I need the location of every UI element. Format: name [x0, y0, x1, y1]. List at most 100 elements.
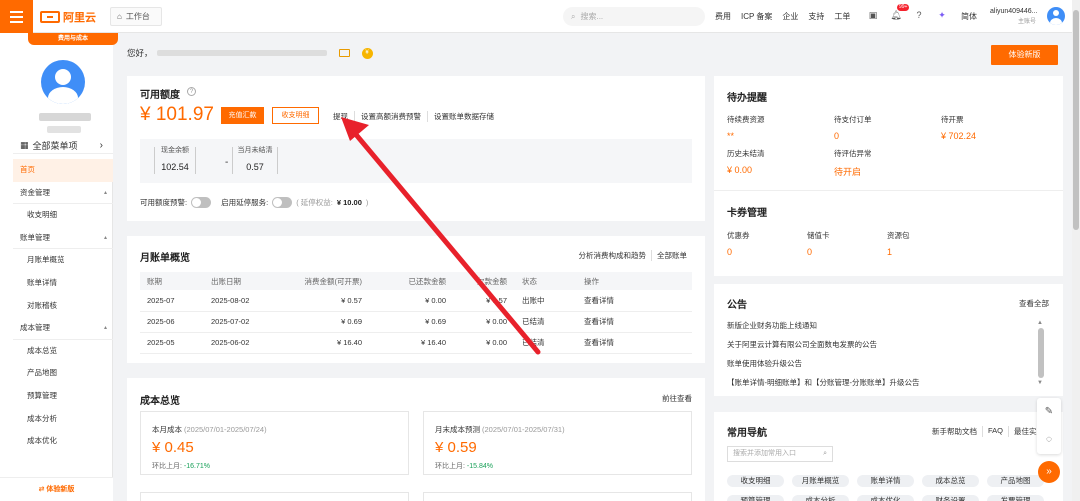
- faq-link[interactable]: FAQ: [981, 426, 1008, 437]
- delay-service-toggle[interactable]: [272, 197, 293, 208]
- topnav-enterprise[interactable]: 企业: [782, 11, 798, 22]
- quick-nav-chip[interactable]: 成本总览: [922, 475, 979, 487]
- quick-nav-search-input[interactable]: 搜索并添加常用入口 ⌕: [727, 446, 833, 462]
- transaction-details-button[interactable]: 收支明细: [272, 107, 319, 124]
- sidebar-item[interactable]: 成本管理 ▴: [13, 317, 113, 340]
- quick-nav-chip[interactable]: 账单详情: [857, 475, 914, 487]
- coin-icon[interactable]: ¥: [361, 47, 373, 59]
- view-details-link[interactable]: 查看详情: [577, 332, 692, 354]
- notice-item[interactable]: 关于阿里云计算有限公司全面数电发票的公告: [727, 339, 1037, 358]
- edit-icon[interactable]: ✎: [1037, 398, 1061, 426]
- withdraw-link[interactable]: 提现: [333, 111, 354, 122]
- cost-view-link[interactable]: 前往查看: [662, 393, 692, 404]
- quick-nav-chip[interactable]: 收支明细: [727, 475, 784, 487]
- view-details-link[interactable]: 查看详情: [577, 311, 692, 333]
- try-new-version-button[interactable]: 体验新版: [991, 45, 1058, 65]
- help-circle-icon[interactable]: ?: [187, 87, 196, 96]
- col-period: 账期: [140, 272, 204, 290]
- todo-card: 待办提醒 待续费资源 ** 待支付订单 0 待开票 ¥ 702.24 历史未结清 ¥ 0…: [714, 76, 1063, 276]
- id-card-icon[interactable]: [338, 49, 350, 57]
- quick-nav-chip[interactable]: 成本优化: [857, 495, 914, 501]
- todo-history-unsettled[interactable]: 历史未结清 ¥ 0.00: [727, 148, 832, 175]
- quick-nav-chip[interactable]: 预算管理: [727, 495, 784, 501]
- sidebar-tag: 费用与成本: [28, 33, 118, 45]
- notice-title: 公告: [727, 300, 747, 311]
- delay-rights-value: ¥ 10.00: [336, 198, 362, 207]
- sidebar-item[interactable]: 成本优化: [13, 430, 113, 453]
- voucher-resource-pack[interactable]: 资源包 1: [887, 230, 967, 257]
- quick-nav-chip[interactable]: 月账单概览: [792, 475, 849, 487]
- terminal-icon[interactable]: ▣: [866, 8, 880, 22]
- sidebar-item-label: 账单详情: [27, 277, 57, 287]
- sidebar-item[interactable]: 月账单概览: [13, 249, 113, 272]
- high-spend-alert-link[interactable]: 设置高额消费预警: [354, 111, 427, 122]
- scroll-up-icon[interactable]: ▲: [1037, 320, 1043, 326]
- quick-nav-chip[interactable]: 发票管理: [987, 495, 1044, 501]
- voucher-coupon[interactable]: 优惠券 0: [727, 230, 807, 257]
- menu-icon[interactable]: [0, 0, 33, 33]
- col-amount: 消费金额(可开票): [281, 272, 370, 290]
- quick-nav-chips: 收支明细 月账单概览 账单详情 成本总览 产品地图预算管理 成本分析 成本优化 财务设置 发票管…: [727, 475, 1057, 501]
- page-scrollbar[interactable]: [1072, 0, 1080, 501]
- help-icon[interactable]: ?: [912, 8, 926, 22]
- monthly-title: 月账单概览: [140, 253, 190, 264]
- cost-title: 成本总览: [140, 396, 180, 407]
- sidebar-item[interactable]: 产品地图: [13, 362, 113, 385]
- view-details-link[interactable]: 查看详情: [577, 290, 692, 312]
- sidebar-item[interactable]: 成本分析: [13, 408, 113, 431]
- global-search-input[interactable]: ⌕ 搜索...: [563, 7, 705, 26]
- topnav-ticket[interactable]: 工单: [834, 11, 850, 22]
- notice-item[interactable]: 新版企业财务功能上线通知: [727, 320, 1037, 339]
- topnav-support[interactable]: 支持: [808, 11, 824, 22]
- quick-nav-chip[interactable]: 产品地图: [987, 475, 1044, 487]
- all-bills-link[interactable]: 全部账单: [651, 250, 692, 261]
- monthly-bill-card: 月账单概览 分析消费构成和趋势 全部账单 账期 出账日期 消费金额(可开票) 已…: [127, 236, 705, 363]
- avatar[interactable]: [1047, 7, 1065, 25]
- bill-storage-link[interactable]: 设置账单数据存储: [427, 111, 500, 122]
- sidebar-item[interactable]: 首页: [13, 159, 113, 182]
- recharge-button[interactable]: 充值汇款: [221, 107, 264, 124]
- topnav-icp[interactable]: ICP 备案: [741, 11, 772, 22]
- voucher-stored-card[interactable]: 储值卡 0: [807, 230, 887, 257]
- todo-renew[interactable]: 待续费资源 **: [727, 114, 832, 141]
- sidebar-item[interactable]: 资金管理 ▴: [13, 182, 113, 205]
- expand-fab-button[interactable]: »: [1038, 461, 1060, 483]
- month-cmp-label: 环比上月:: [152, 463, 182, 470]
- all-menu-button[interactable]: ▦ 全部菜单项 ›: [13, 137, 113, 154]
- greeting: 您好， ¥: [127, 47, 373, 59]
- notice-item[interactable]: 【账单详情-明细账单】和【分账管理-分账账单】升级公告: [727, 377, 1037, 396]
- unsettled-value: 0.57: [246, 162, 264, 172]
- quick-nav-chip[interactable]: 财务设置: [922, 495, 979, 501]
- analyze-trend-link[interactable]: 分析消费构成和趋势: [574, 250, 652, 261]
- assistant-icon[interactable]: ✦: [935, 8, 949, 22]
- aliyun-logo[interactable]: 阿里云: [40, 9, 96, 25]
- notice-list: 新版企业财务功能上线通知 关于阿里云计算有限公司全面数电发票的公告 账单使用体验…: [727, 320, 1037, 396]
- notice-view-all-link[interactable]: 查看全部: [1019, 298, 1049, 309]
- forecast-range: (2025/07/01-2025/07/31): [482, 425, 565, 434]
- resource-pack-label: 资源包: [887, 231, 910, 240]
- todo-invoice[interactable]: 待开票 ¥ 702.24: [941, 114, 1046, 141]
- quick-nav-chip[interactable]: 成本分析: [792, 495, 849, 501]
- bell-icon[interactable]: 🔔︎ 99+: [889, 4, 910, 22]
- sidebar-item[interactable]: 收支明细: [13, 204, 113, 227]
- topnav-fee[interactable]: 费用: [715, 11, 731, 22]
- todo-unpaid-orders[interactable]: 待支付订单 0: [834, 114, 939, 141]
- help-docs-link[interactable]: 新手帮助文档: [927, 426, 982, 437]
- cell-status: 出账中: [515, 290, 577, 312]
- scroll-down-icon[interactable]: ▼: [1037, 380, 1043, 386]
- workbench-button[interactable]: ⌂ 工作台: [110, 7, 162, 26]
- notice-item[interactable]: 账单使用体验升级公告: [727, 358, 1037, 377]
- todo-anomaly[interactable]: 待评估异常 待开启: [834, 148, 939, 178]
- sidebar-item[interactable]: 预算管理: [13, 385, 113, 408]
- sidebar-item[interactable]: 账单管理 ▴: [13, 227, 113, 250]
- account-menu[interactable]: aliyun409446... 主账号: [990, 7, 1037, 27]
- language-switch[interactable]: 简体: [961, 11, 977, 22]
- sidebar-item[interactable]: 账单详情: [13, 272, 113, 295]
- chat-icon[interactable]: ◌: [1037, 426, 1061, 454]
- logo-text: 阿里云: [63, 12, 96, 24]
- sidebar-item[interactable]: 成本总览: [13, 340, 113, 363]
- quota-alert-toggle[interactable]: [191, 197, 212, 208]
- notice-scrollbar[interactable]: ▲ ▼: [1037, 320, 1045, 390]
- sidebar-try-new-button[interactable]: ⇄ 体验新版: [0, 477, 113, 501]
- sidebar-item[interactable]: 对账稽核: [13, 295, 113, 318]
